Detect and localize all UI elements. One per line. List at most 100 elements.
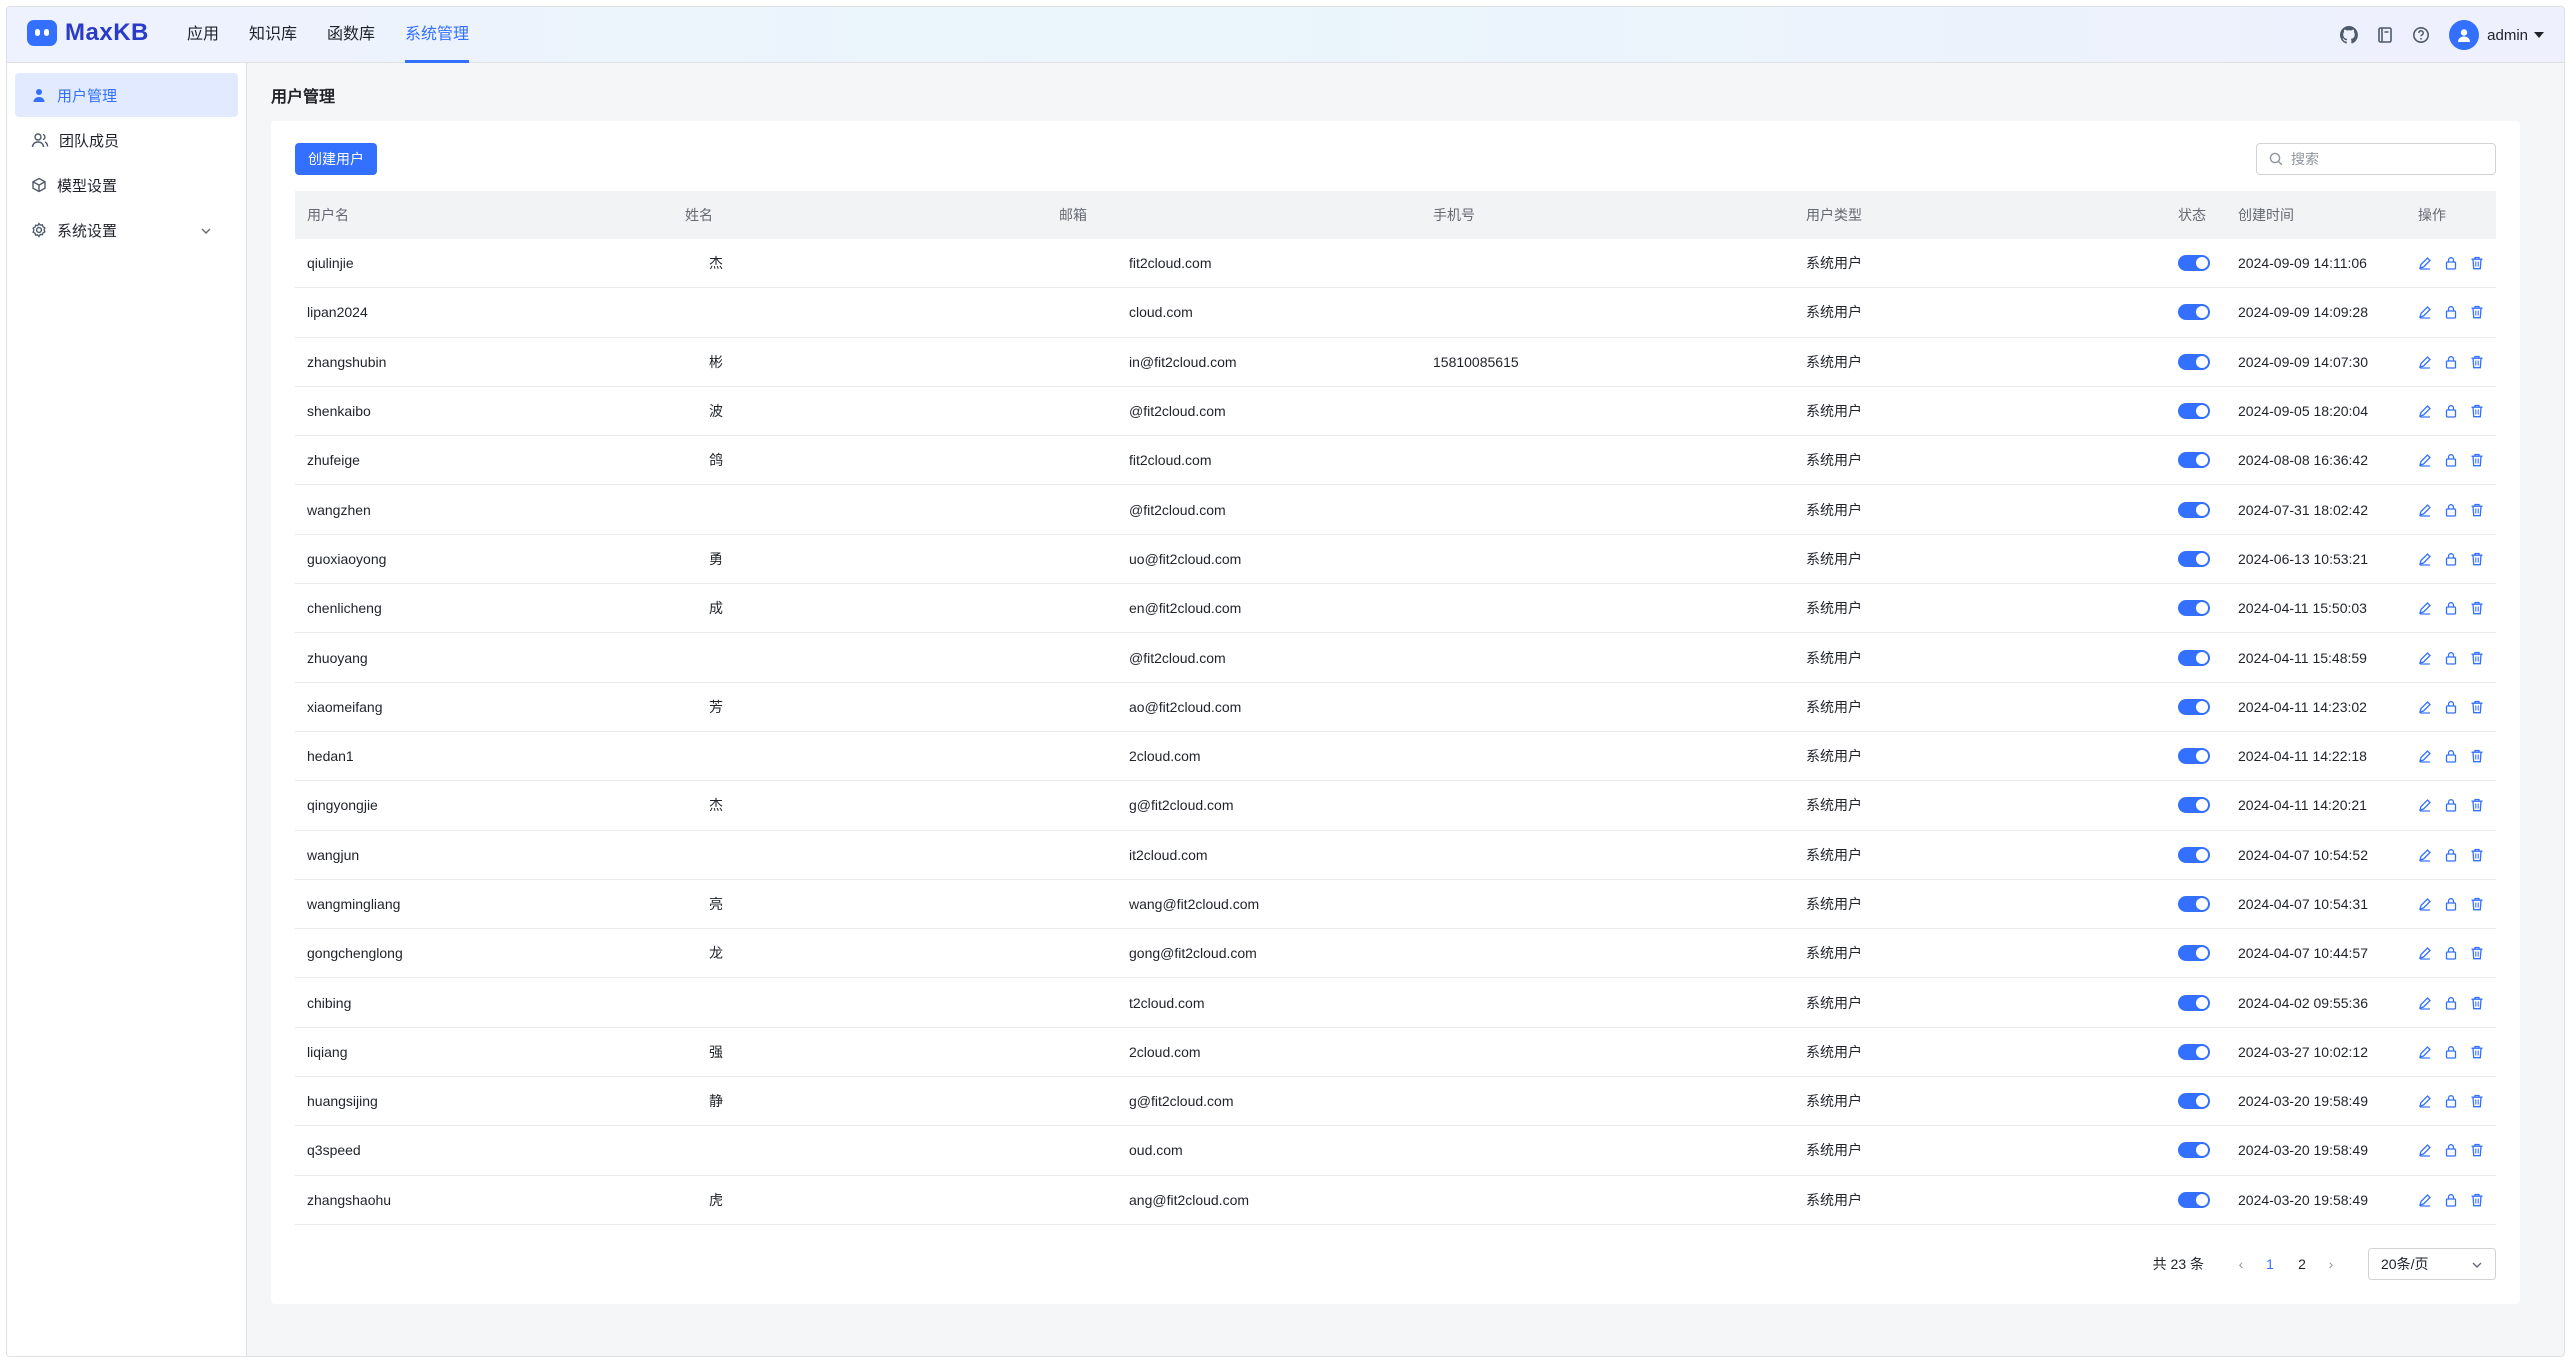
sidebar-item[interactable]: 系统设置: [15, 208, 238, 252]
status-toggle[interactable]: [2178, 896, 2210, 912]
lock-icon[interactable]: [2444, 502, 2458, 518]
top-nav-item[interactable]: 函数库: [327, 7, 375, 63]
edit-icon[interactable]: [2418, 452, 2432, 468]
edit-icon[interactable]: [2418, 502, 2432, 518]
help-icon[interactable]: [2411, 25, 2431, 45]
delete-icon[interactable]: [2470, 847, 2484, 863]
edit-icon[interactable]: [2418, 896, 2432, 912]
lock-icon[interactable]: [2444, 1192, 2458, 1208]
lock-icon[interactable]: [2444, 699, 2458, 715]
sidebar-item[interactable]: 团队成员: [15, 118, 238, 162]
status-toggle[interactable]: [2178, 600, 2210, 617]
delete-icon[interactable]: [2470, 995, 2484, 1011]
delete-icon[interactable]: [2470, 945, 2484, 961]
delete-icon[interactable]: [2470, 452, 2484, 468]
edit-icon[interactable]: [2418, 1044, 2432, 1060]
status-toggle[interactable]: [2178, 1043, 2210, 1060]
search-input[interactable]: [2291, 151, 2481, 167]
edit-icon[interactable]: [2418, 847, 2432, 863]
edit-icon[interactable]: [2418, 748, 2432, 764]
edit-icon[interactable]: [2418, 551, 2432, 567]
page-size-select[interactable]: 20条/页: [2368, 1248, 2496, 1280]
lock-icon[interactable]: [2444, 551, 2458, 567]
delete-icon[interactable]: [2470, 354, 2484, 370]
status-toggle[interactable]: [2178, 748, 2210, 765]
edit-icon[interactable]: [2418, 1142, 2432, 1158]
book-icon[interactable]: [2375, 25, 2395, 45]
delete-icon[interactable]: [2470, 502, 2484, 518]
page-number[interactable]: 2: [2286, 1256, 2318, 1272]
delete-icon[interactable]: [2470, 896, 2484, 912]
lock-icon[interactable]: [2444, 650, 2458, 666]
status-toggle[interactable]: [2178, 945, 2210, 962]
delete-icon[interactable]: [2470, 255, 2484, 271]
status-toggle[interactable]: [2178, 994, 2210, 1011]
lock-icon[interactable]: [2444, 797, 2458, 813]
delete-icon[interactable]: [2470, 650, 2484, 666]
delete-icon[interactable]: [2470, 1093, 2484, 1109]
create-user-button[interactable]: 创建用户: [295, 143, 377, 175]
lock-icon[interactable]: [2444, 304, 2458, 320]
lock-icon[interactable]: [2444, 1044, 2458, 1060]
delete-icon[interactable]: [2470, 1044, 2484, 1060]
page-number[interactable]: 1: [2254, 1256, 2286, 1272]
status-toggle[interactable]: [2178, 797, 2210, 814]
edit-icon[interactable]: [2418, 403, 2432, 419]
sidebar-item[interactable]: 模型设置: [15, 163, 238, 207]
delete-icon[interactable]: [2470, 403, 2484, 419]
lock-icon[interactable]: [2444, 255, 2458, 271]
user-menu-caret-icon[interactable]: [2534, 32, 2544, 38]
status-toggle[interactable]: [2178, 452, 2210, 469]
lock-icon[interactable]: [2444, 600, 2458, 616]
delete-icon[interactable]: [2470, 1142, 2484, 1158]
status-toggle[interactable]: [2178, 501, 2210, 518]
edit-icon[interactable]: [2418, 699, 2432, 715]
lock-icon[interactable]: [2444, 896, 2458, 912]
edit-icon[interactable]: [2418, 255, 2432, 271]
lock-icon[interactable]: [2444, 995, 2458, 1011]
delete-icon[interactable]: [2470, 304, 2484, 320]
edit-icon[interactable]: [2418, 1192, 2432, 1208]
sidebar-item[interactable]: 用户管理: [15, 73, 238, 117]
github-icon[interactable]: [2339, 25, 2359, 45]
delete-icon[interactable]: [2470, 797, 2484, 813]
status-toggle[interactable]: [2178, 1142, 2210, 1159]
delete-icon[interactable]: [2470, 600, 2484, 616]
prev-page-icon[interactable]: ‹: [2228, 1256, 2254, 1272]
user-name[interactable]: admin: [2487, 27, 2528, 44]
delete-icon[interactable]: [2470, 551, 2484, 567]
delete-icon[interactable]: [2470, 1192, 2484, 1208]
lock-icon[interactable]: [2444, 748, 2458, 764]
edit-icon[interactable]: [2418, 797, 2432, 813]
lock-icon[interactable]: [2444, 945, 2458, 961]
status-toggle[interactable]: [2178, 698, 2210, 715]
status-toggle[interactable]: [2178, 304, 2210, 321]
edit-icon[interactable]: [2418, 1093, 2432, 1109]
next-page-icon[interactable]: ›: [2318, 1256, 2344, 1272]
lock-icon[interactable]: [2444, 452, 2458, 468]
status-toggle[interactable]: [2178, 550, 2210, 567]
top-nav-item[interactable]: 应用: [187, 7, 219, 63]
delete-icon[interactable]: [2470, 699, 2484, 715]
status-toggle[interactable]: [2178, 403, 2210, 420]
edit-icon[interactable]: [2418, 600, 2432, 616]
edit-icon[interactable]: [2418, 995, 2432, 1011]
search-box[interactable]: [2256, 143, 2496, 175]
lock-icon[interactable]: [2444, 1142, 2458, 1158]
user-avatar[interactable]: [2449, 20, 2480, 50]
top-nav-item[interactable]: 系统管理: [405, 7, 470, 63]
edit-icon[interactable]: [2418, 354, 2432, 370]
lock-icon[interactable]: [2444, 403, 2458, 419]
logo[interactable]: MaxKB: [27, 19, 149, 47]
top-nav-item[interactable]: 知识库: [249, 7, 297, 63]
edit-icon[interactable]: [2418, 304, 2432, 320]
edit-icon[interactable]: [2418, 945, 2432, 961]
status-toggle[interactable]: [2178, 353, 2210, 370]
delete-icon[interactable]: [2470, 748, 2484, 764]
status-toggle[interactable]: [2178, 1191, 2210, 1208]
status-toggle[interactable]: [2178, 846, 2210, 863]
lock-icon[interactable]: [2444, 847, 2458, 863]
status-toggle[interactable]: [2178, 1093, 2210, 1110]
edit-icon[interactable]: [2418, 650, 2432, 666]
lock-icon[interactable]: [2444, 354, 2458, 370]
